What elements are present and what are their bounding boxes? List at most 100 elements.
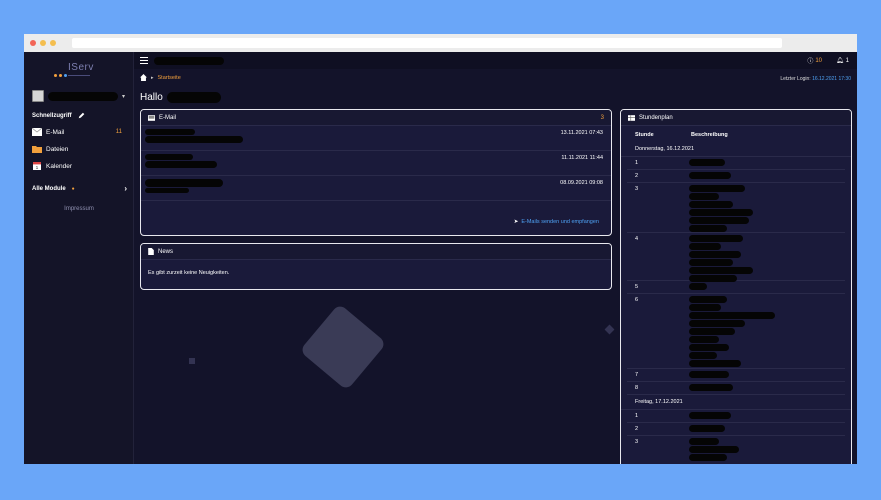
email-row[interactable]: 13.11.2021 07:43 bbox=[141, 126, 611, 151]
avatar bbox=[32, 90, 44, 102]
impressum-link[interactable]: Impressum bbox=[24, 206, 134, 212]
unread-count: 11 bbox=[115, 129, 122, 135]
schedule-row[interactable]: 5 bbox=[627, 281, 845, 294]
address-bar[interactable] bbox=[72, 38, 782, 48]
sender-redacted bbox=[145, 179, 223, 187]
browser-window: IServ ▾ Schnellzugriff E-Mail 11 Dateien… bbox=[24, 34, 857, 464]
user-name-redacted bbox=[48, 91, 118, 101]
lesson-number: 5 bbox=[635, 284, 639, 290]
lesson-number: 3 bbox=[635, 186, 639, 192]
schedule-day-header: Freitag, 17.12.2021 bbox=[621, 395, 851, 410]
background-shape bbox=[604, 324, 615, 335]
menu-icon[interactable] bbox=[140, 57, 148, 64]
schedule-row[interactable]: 7 bbox=[627, 369, 845, 382]
lesson-redacted bbox=[689, 371, 729, 378]
new-dot-icon: ● bbox=[71, 185, 75, 192]
lesson-redacted bbox=[689, 283, 707, 290]
background-shape bbox=[299, 303, 387, 391]
schedule-row[interactable]: 2 bbox=[627, 423, 845, 436]
sidebar-item-label: Kalender bbox=[46, 162, 73, 170]
lesson-redacted bbox=[689, 159, 725, 166]
background-shape bbox=[189, 358, 195, 364]
maximize-window-dot[interactable] bbox=[50, 40, 56, 46]
folder-icon bbox=[32, 146, 42, 153]
sender-redacted bbox=[145, 129, 195, 135]
schedule-column-headers: Stunde Beschreibung bbox=[621, 126, 851, 142]
lesson-redacted bbox=[689, 235, 753, 282]
lesson-number: 6 bbox=[635, 297, 639, 303]
sidebar-item-email[interactable]: E-Mail 11 bbox=[32, 126, 122, 138]
table-icon bbox=[628, 114, 635, 121]
lesson-redacted bbox=[689, 185, 753, 232]
minimize-window-dot[interactable] bbox=[40, 40, 46, 46]
logo-wordmark: IServ bbox=[68, 62, 94, 73]
breadcrumb-separator: ▸ bbox=[151, 74, 154, 81]
school-name-redacted bbox=[154, 56, 224, 65]
column-description: Beschreibung bbox=[691, 132, 728, 138]
mail-icon bbox=[32, 128, 42, 136]
app: IServ ▾ Schnellzugriff E-Mail 11 Dateien… bbox=[24, 52, 857, 464]
sender-redacted bbox=[145, 154, 193, 160]
notification-badge[interactable]: 🔔︎ 1 bbox=[836, 57, 849, 65]
notification-count: 1 bbox=[845, 57, 849, 64]
svg-text:1: 1 bbox=[36, 165, 39, 170]
send-receive-label: E-Mails senden und empfangen bbox=[521, 219, 599, 225]
lesson-number: 3 bbox=[635, 439, 639, 445]
pencil-icon[interactable] bbox=[78, 112, 85, 119]
document-icon bbox=[148, 248, 154, 255]
news-panel-header: News bbox=[141, 244, 611, 260]
email-row[interactable]: 08.09.2021 09:08 bbox=[141, 176, 611, 201]
quick-access-header: Schnellzugriff bbox=[32, 112, 85, 119]
home-icon[interactable] bbox=[140, 74, 147, 81]
email-panel-header: E-Mail 3 bbox=[141, 110, 611, 126]
send-receive-link[interactable]: ➤ E-Mails senden und empfangen bbox=[514, 219, 599, 225]
schedule-row[interactable]: 3 bbox=[627, 183, 845, 233]
sidebar-item-calendar[interactable]: 1 Kalender bbox=[32, 160, 122, 172]
news-panel: News Es gibt zurzeit keine Neuigkeiten. bbox=[140, 243, 612, 290]
user-menu[interactable]: ▾ bbox=[32, 89, 127, 103]
lesson-number: 7 bbox=[635, 372, 639, 378]
quick-access-label: Schnellzugriff bbox=[32, 112, 72, 119]
subject-redacted bbox=[145, 136, 243, 143]
close-window-dot[interactable] bbox=[30, 40, 36, 46]
lesson-number: 1 bbox=[635, 413, 639, 419]
schedule-row[interactable]: 2 bbox=[627, 170, 845, 183]
iserv-logo[interactable]: IServ bbox=[54, 62, 98, 80]
info-count: 10 bbox=[815, 57, 823, 64]
greeting: Hallo bbox=[140, 92, 221, 103]
calendar-icon: 1 bbox=[33, 162, 41, 170]
schedule-row[interactable]: 1 bbox=[627, 410, 845, 423]
last-login: Letzter Login: 16.12.2021 17:30 bbox=[780, 76, 851, 82]
topbar-notifications: ⓘ 10 🔔︎ 1 bbox=[807, 56, 849, 66]
schedule-panel: Stundenplan Stunde Beschreibung Donnerst… bbox=[620, 109, 852, 464]
subject-redacted bbox=[145, 161, 217, 168]
lesson-number: 8 bbox=[635, 385, 639, 391]
email-count: 3 bbox=[600, 114, 604, 121]
sidebar-item-label: Dateien bbox=[46, 145, 69, 153]
schedule-row[interactable]: 8 bbox=[627, 382, 845, 395]
inbox-icon bbox=[148, 114, 155, 121]
schedule-row[interactable]: 4 bbox=[627, 233, 845, 282]
lesson-number: 2 bbox=[635, 173, 639, 179]
lesson-redacted bbox=[689, 425, 725, 432]
info-badge[interactable]: ⓘ 10 bbox=[807, 56, 823, 66]
email-date: 08.09.2021 09:08 bbox=[560, 180, 603, 186]
chevron-right-icon: › bbox=[124, 184, 127, 193]
chevron-down-icon: ▾ bbox=[122, 93, 126, 100]
all-modules[interactable]: Alle Module ● › bbox=[32, 184, 127, 193]
email-row[interactable]: 11.11.2021 11:44 bbox=[141, 151, 611, 176]
news-empty-text: Es gibt zurzeit keine Neuigkeiten. bbox=[141, 260, 611, 286]
schedule-row[interactable]: 1 bbox=[627, 157, 845, 170]
sidebar: IServ ▾ Schnellzugriff E-Mail 11 Dateien… bbox=[24, 52, 134, 464]
breadcrumb-current: Startseite bbox=[157, 74, 181, 81]
logo-dots bbox=[54, 74, 67, 77]
schedule-row[interactable]: 3 bbox=[627, 436, 845, 462]
schedule-panel-title: Stundenplan bbox=[639, 114, 673, 121]
main-content: ⓘ 10 🔔︎ 1 ▸ Startseite Letzter Login: 16… bbox=[134, 52, 857, 464]
logo-underline bbox=[68, 75, 90, 76]
lesson-number: 2 bbox=[635, 426, 639, 432]
news-panel-title: News bbox=[158, 248, 174, 255]
lesson-number: 1 bbox=[635, 160, 639, 166]
schedule-row[interactable]: 6 bbox=[627, 294, 845, 369]
sidebar-item-files[interactable]: Dateien bbox=[32, 143, 122, 155]
